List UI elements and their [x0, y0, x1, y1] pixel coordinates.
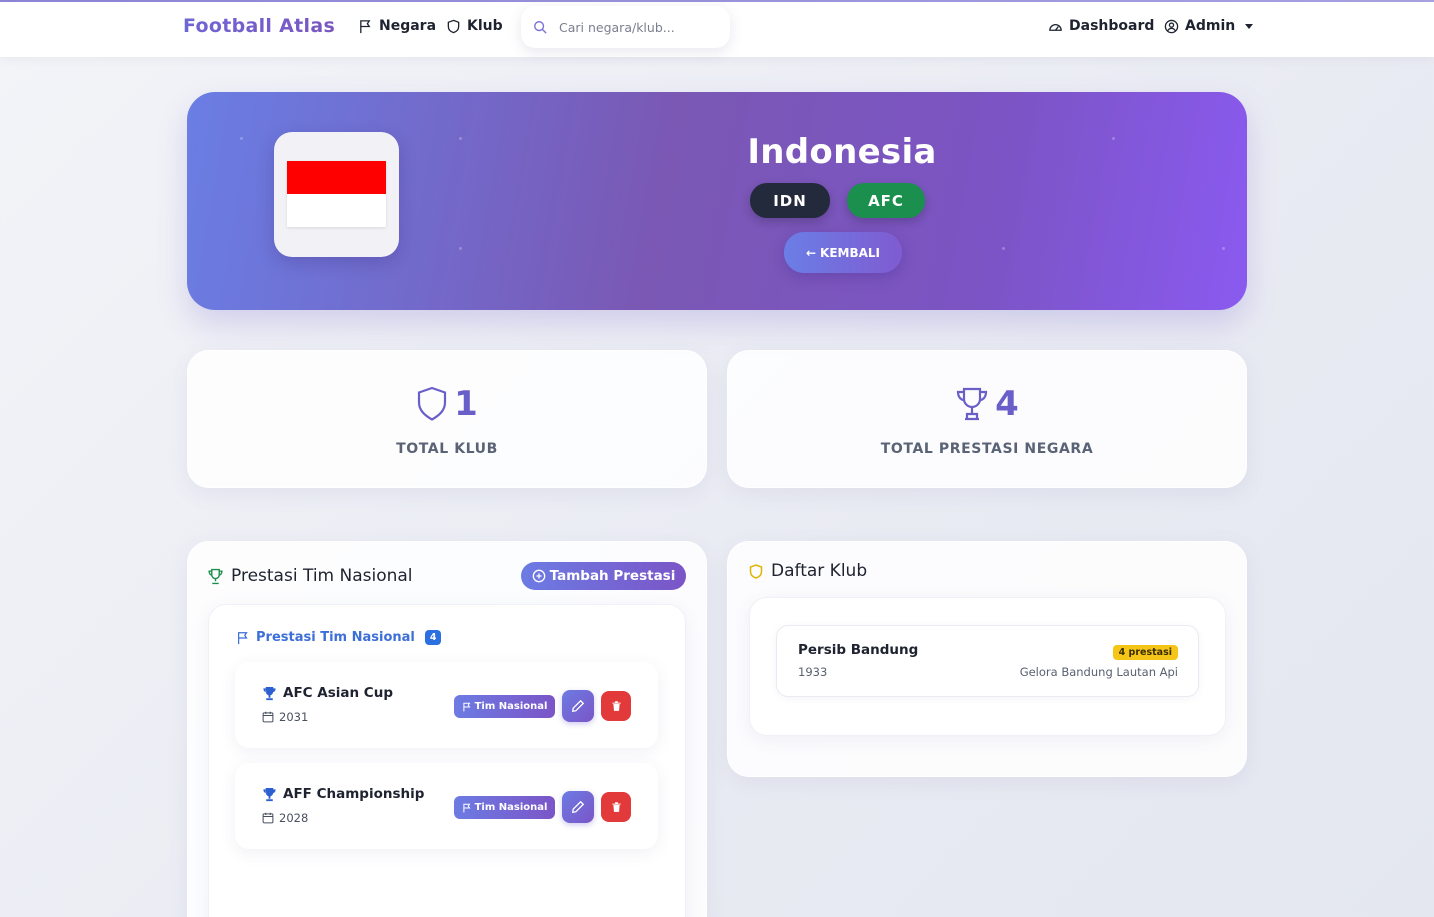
flag-icon — [238, 631, 248, 644]
club-name: Persib Bandung — [798, 642, 919, 658]
navbar: Football Atlas Negara Klub Dashboard Adm… — [0, 2, 1434, 57]
trash-icon — [611, 701, 621, 711]
flag-icon — [462, 803, 471, 812]
club-stadium: Gelora Bandung Lautan Api — [1019, 665, 1178, 679]
calendar-icon — [262, 812, 274, 824]
trophy-icon — [208, 568, 223, 584]
confederation-badge: AFC — [847, 183, 925, 218]
edit-button[interactable] — [562, 690, 594, 722]
prestasi-panel-title: Prestasi Tim Nasional — [207, 566, 413, 586]
achievement-year: 2031 — [262, 710, 308, 724]
add-prestasi-button[interactable]: Tambah Prestasi — [521, 562, 686, 590]
tag-label: Tim Nasional — [474, 701, 548, 712]
user-menu[interactable]: Admin — [1164, 18, 1254, 34]
prestasi-list-card: Prestasi Tim Nasional 4 AFC Asian Cup 20… — [208, 604, 686, 917]
dashboard-gauge-icon — [1049, 23, 1062, 31]
klub-panel-title-text: Daftar Klub — [771, 561, 868, 581]
stat-card-total-klub: 1 TOTAL KLUB — [187, 350, 707, 488]
calendar-icon — [262, 711, 274, 723]
country-hero: Indonesia IDN AFC ← KEMBALI — [187, 92, 1247, 310]
decor-dot — [1112, 137, 1115, 140]
add-prestasi-label: Tambah Prestasi — [549, 568, 676, 584]
user-menu-label: Admin — [1185, 18, 1236, 34]
arrow-left-icon: ← — [805, 245, 817, 260]
nav-dashboard[interactable]: Dashboard — [1048, 18, 1154, 34]
shield-icon — [447, 19, 460, 33]
delete-button[interactable] — [601, 691, 631, 721]
achievement-name-text: AFC Asian Cup — [283, 685, 393, 701]
decor-dot — [459, 247, 462, 250]
decor-dot — [1222, 247, 1225, 250]
club-item[interactable]: Persib Bandung 1933 4 prestasi Gelora Ba… — [776, 625, 1199, 697]
brand-logo[interactable]: Football Atlas — [183, 15, 335, 37]
total-prestasi-value: 4 — [995, 384, 1019, 424]
tim-nasional-tag: Tim Nasional — [454, 695, 555, 718]
stat-card-total-prestasi: 4 TOTAL PRESTASI NEGARA — [727, 350, 1247, 488]
back-button-label: KEMBALI — [820, 245, 881, 260]
total-klub-label: TOTAL KLUB — [396, 441, 498, 457]
total-klub-value: 1 — [454, 384, 478, 424]
edit-button[interactable] — [562, 791, 594, 823]
search-input[interactable] — [559, 19, 709, 35]
back-button[interactable]: ← KEMBALI — [784, 232, 902, 273]
nav-klub[interactable]: Klub — [446, 18, 503, 34]
delete-button[interactable] — [601, 792, 631, 822]
club-founded-year: 1933 — [798, 665, 828, 679]
chevron-down-icon — [1245, 23, 1254, 29]
nav-dashboard-label: Dashboard — [1069, 18, 1155, 34]
search-box — [521, 6, 730, 48]
nav-negara-label: Negara — [379, 18, 437, 34]
flag-white-stripe — [287, 194, 386, 227]
club-prestasi-badge: 4 prestasi — [1112, 645, 1178, 660]
achievement-name-text: AFF Championship — [283, 786, 425, 802]
trophy-icon — [263, 787, 276, 801]
list-item: AFC Asian Cup 2031 Tim Nasional — [235, 662, 658, 748]
klub-panel: Daftar Klub Persib Bandung 1933 4 presta… — [727, 541, 1247, 777]
klub-list-card: Persib Bandung 1933 4 prestasi Gelora Ba… — [749, 597, 1226, 736]
tag-label: Tim Nasional — [474, 802, 548, 813]
prestasi-count-badge: 4 — [424, 630, 442, 645]
trash-icon — [611, 802, 621, 812]
trophy-icon — [957, 387, 988, 421]
flag-icon — [462, 702, 471, 711]
nav-klub-label: Klub — [467, 18, 503, 34]
achievement-year-text: 2028 — [279, 811, 309, 825]
prestasi-section-title: Prestasi Tim Nasional 4 — [236, 630, 442, 645]
achievement-year: 2028 — [262, 811, 308, 825]
prestasi-panel: Prestasi Tim Nasional Tambah Prestasi Pr… — [187, 541, 707, 917]
plus-circle-icon — [532, 569, 545, 583]
country-flag — [287, 161, 386, 227]
decor-dot — [240, 137, 243, 140]
user-circle-icon — [1164, 19, 1179, 33]
tim-nasional-tag: Tim Nasional — [454, 796, 555, 819]
prestasi-panel-title-text: Prestasi Tim Nasional — [231, 566, 413, 586]
nav-negara[interactable]: Negara — [358, 18, 436, 34]
flag-card — [274, 132, 399, 257]
total-prestasi-label: TOTAL PRESTASI NEGARA — [880, 441, 1094, 457]
trophy-icon — [263, 686, 276, 700]
search-icon — [534, 21, 547, 34]
flag-red-stripe — [287, 161, 386, 194]
klub-panel-title: Daftar Klub — [748, 561, 867, 581]
achievement-name: AFC Asian Cup — [262, 685, 393, 701]
prestasi-section-title-text: Prestasi Tim Nasional — [256, 630, 415, 645]
pencil-icon — [571, 800, 585, 814]
achievement-year-text: 2031 — [279, 710, 309, 724]
pencil-icon — [571, 699, 585, 713]
shield-icon — [418, 386, 447, 421]
decor-dot — [1002, 247, 1005, 250]
list-item: AFF Championship 2028 Tim Nasional — [235, 763, 658, 849]
flag-icon — [360, 19, 371, 33]
achievement-name: AFF Championship — [262, 786, 424, 802]
decor-dot — [459, 137, 462, 140]
country-code-badge: IDN — [750, 183, 830, 218]
shield-icon — [749, 563, 763, 579]
